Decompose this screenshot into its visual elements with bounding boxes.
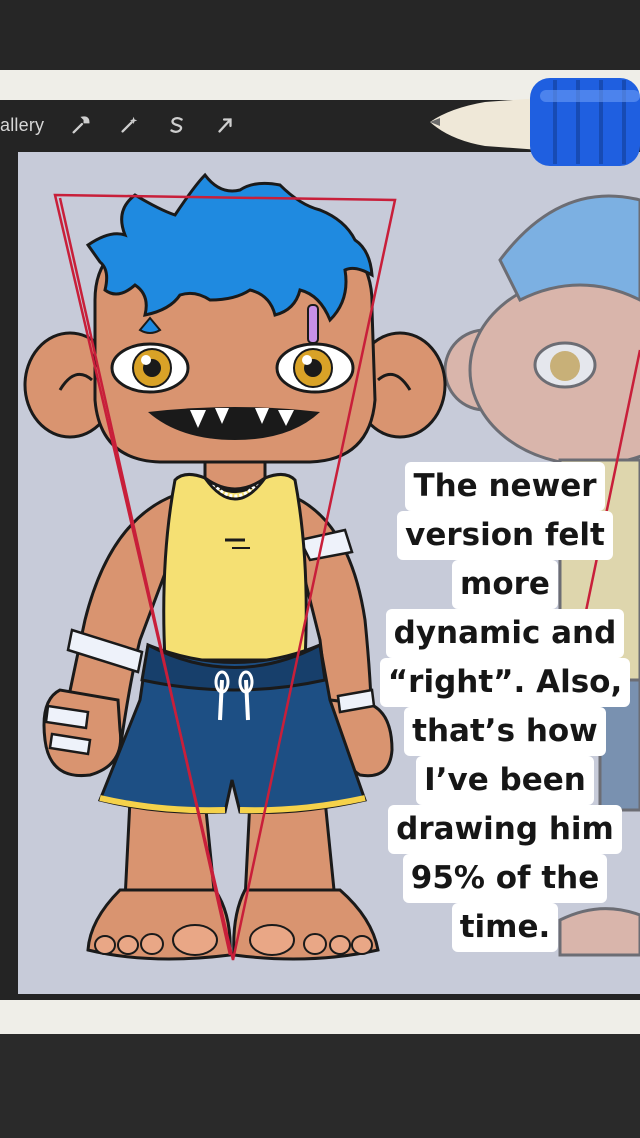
app-toolbar: allery (0, 100, 640, 150)
caption-line: “right”. Also, (379, 658, 631, 707)
caption-line: 95% of the (402, 854, 608, 903)
tank-top (162, 473, 308, 662)
caption-line: I’ve been (416, 756, 594, 805)
wrench-icon[interactable] (70, 114, 92, 136)
caption-line: time. (451, 903, 559, 952)
tablet-top-edge (0, 0, 640, 72)
left-hand (42, 688, 123, 778)
tablet-bezel-bottom (0, 1000, 640, 1034)
caption-line: drawing him (388, 805, 622, 854)
arrow-cursor-icon[interactable] (214, 114, 236, 136)
magic-wand-icon[interactable] (118, 114, 140, 136)
caption-line: more (452, 560, 558, 609)
selection-s-icon[interactable] (166, 114, 188, 136)
gallery-link[interactable]: allery (0, 115, 44, 136)
desk-surface (0, 1034, 640, 1138)
caption-line: version felt (397, 511, 613, 560)
right-leg (243, 798, 337, 902)
caption-line: that’s how (404, 707, 606, 756)
caption-line: The newer (405, 462, 605, 511)
story-caption: The newer version felt more dynamic and … (379, 462, 631, 952)
left-leg (123, 798, 217, 902)
caption-line: dynamic and (385, 609, 625, 658)
